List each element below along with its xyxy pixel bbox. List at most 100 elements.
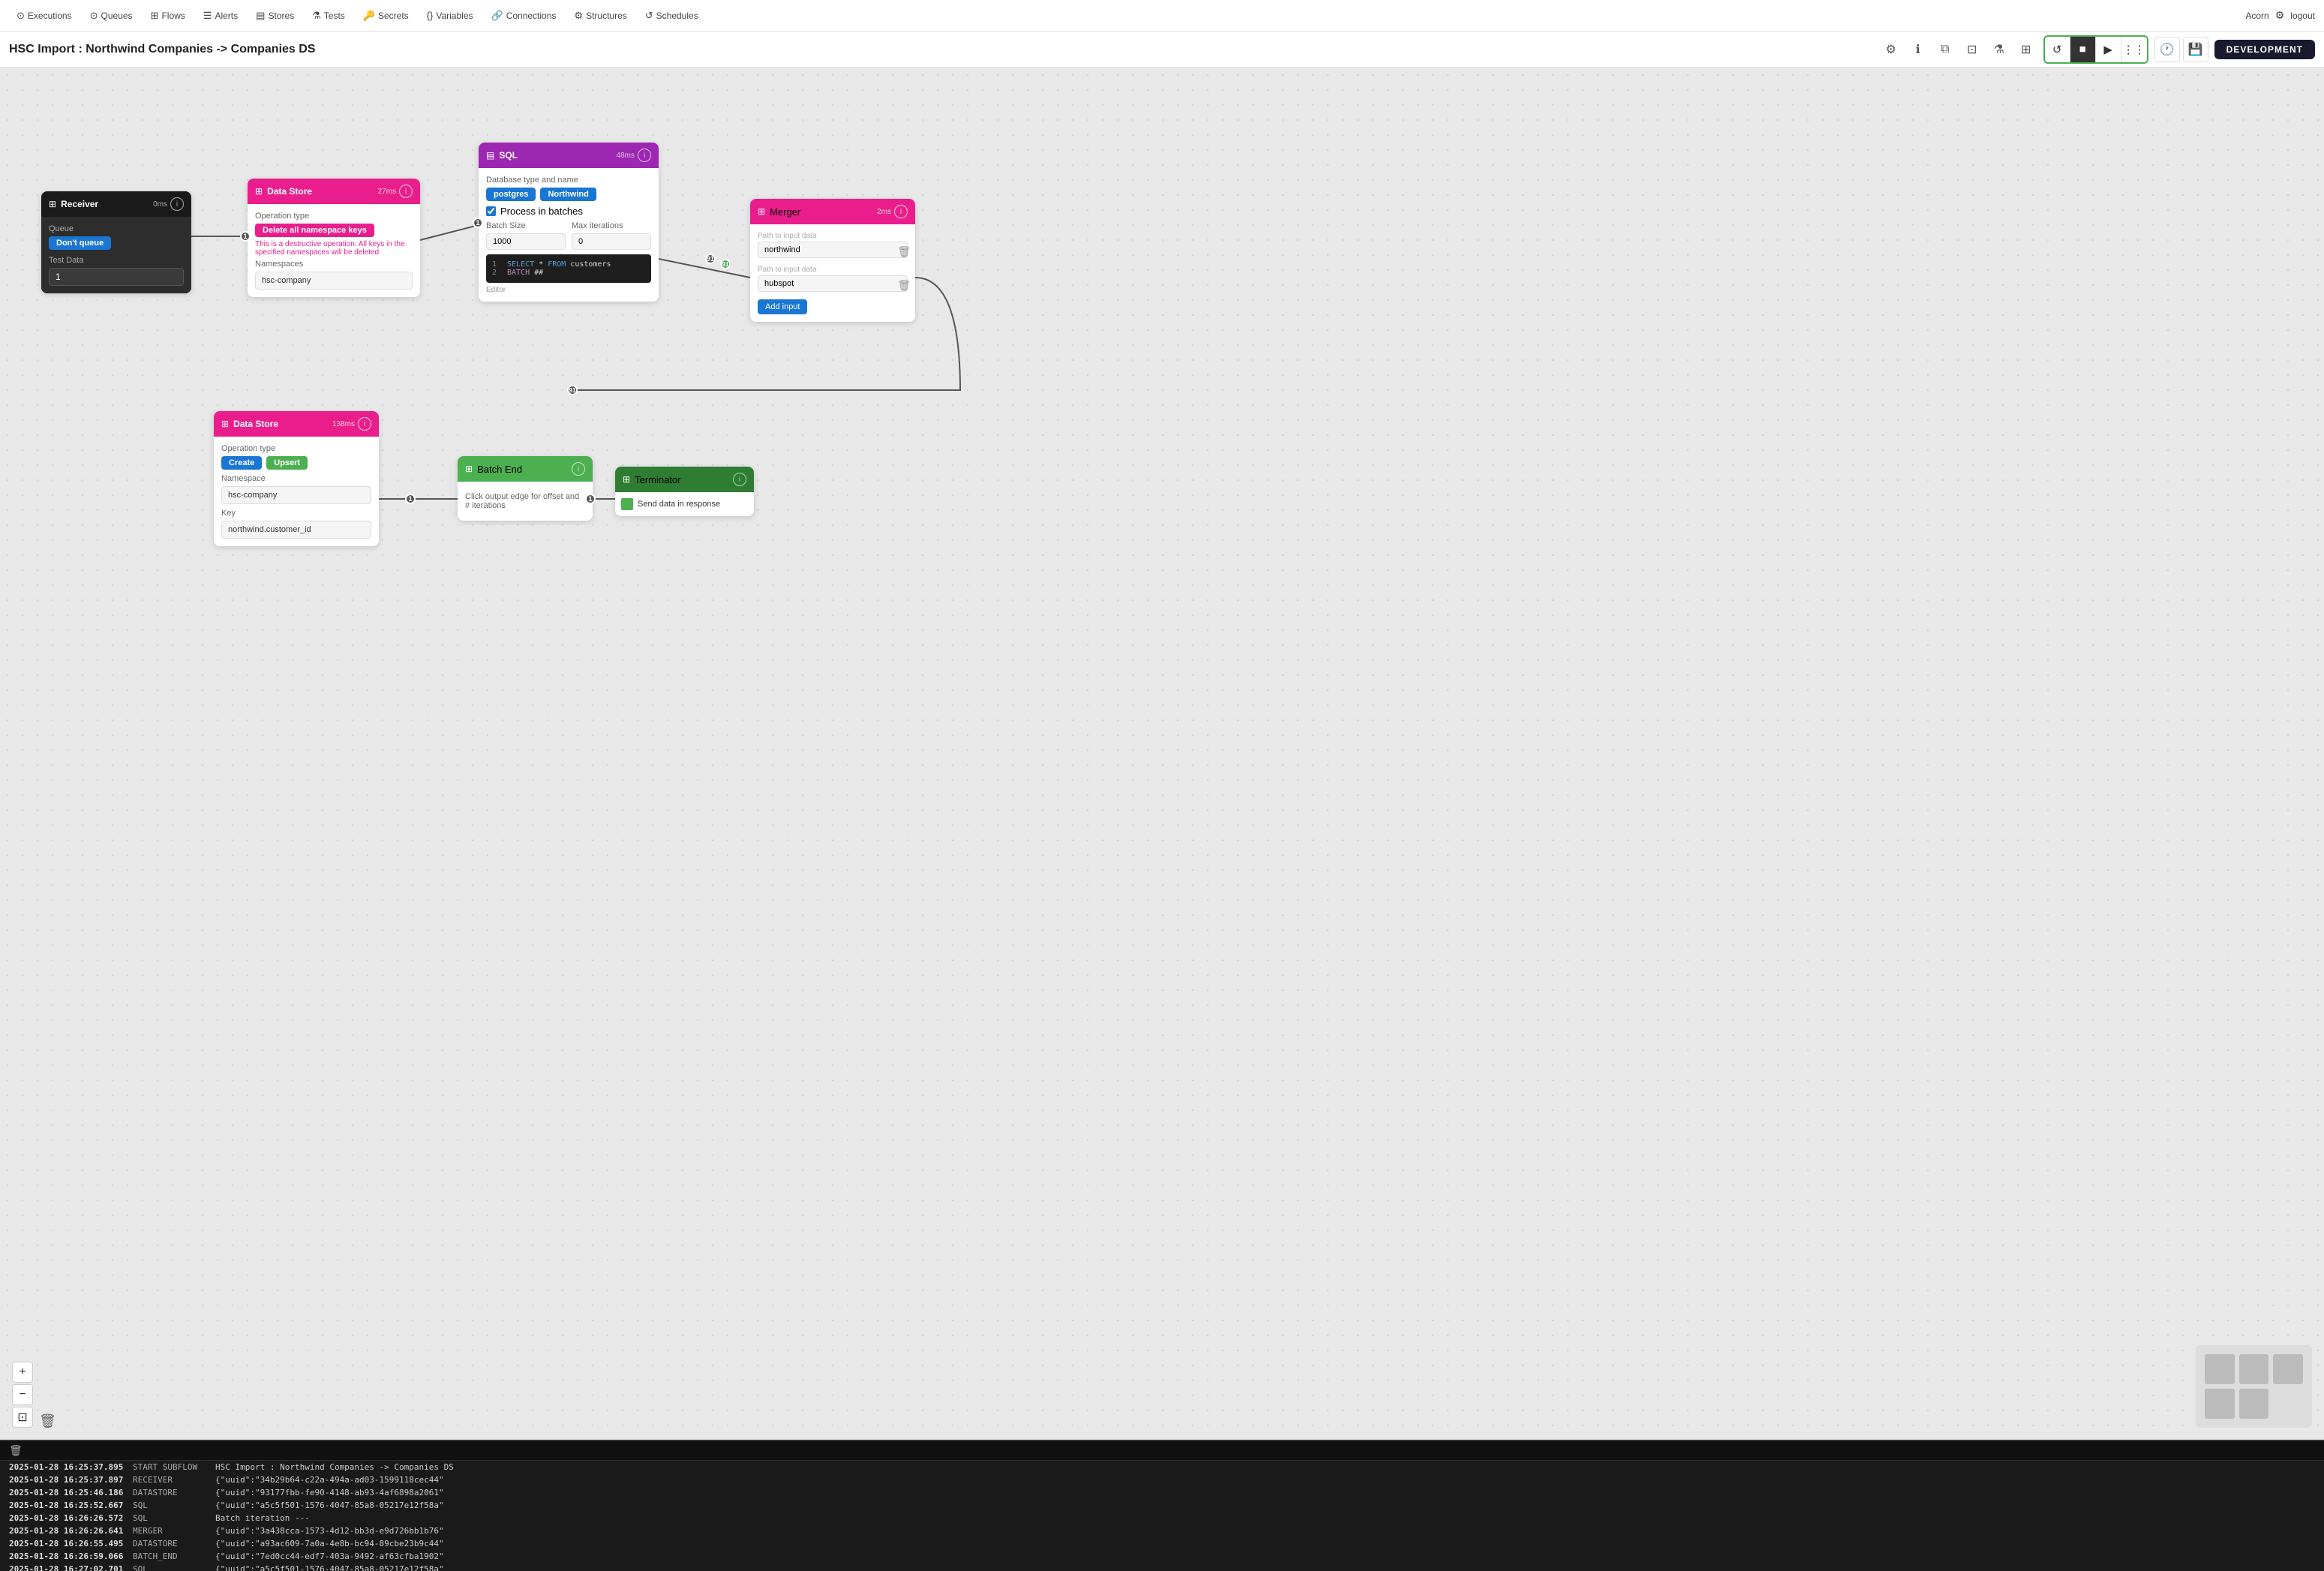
log-data: {"uuid":"a93ac609-7a0a-4e8b-bc94-89cbe23… [215, 1539, 2315, 1548]
trash-icon-area[interactable]: 🗑 [39, 1413, 56, 1429]
thumb-block-2 [2239, 1354, 2269, 1384]
log-timestamp: 2025-01-28 16:25:37.897 [9, 1475, 133, 1485]
datastore2-key-label: Key [221, 509, 371, 518]
sql-batch-size-field: Batch Size [486, 221, 566, 250]
batchend-header: ⊞ Batch End i [458, 456, 593, 482]
settings-button[interactable]: ⚙ [1880, 38, 1902, 61]
lab-button[interactable]: ⚗ [1988, 38, 2010, 61]
datastore2-key-input[interactable]: northwind.customer_id [221, 521, 371, 539]
merger-input1-group: Path to input data 🗑 [758, 232, 908, 258]
terminator-title: Terminator [635, 474, 680, 485]
merger-input2-delete-button[interactable]: 🗑 [897, 279, 911, 292]
merger-add-input-button[interactable]: Add input [758, 299, 807, 314]
copy-button[interactable]: ⧉ [1934, 38, 1956, 61]
datastore1-info-button[interactable]: i [399, 185, 413, 198]
nav-flows[interactable]: ⊞ Flows [143, 7, 193, 25]
nav-variables[interactable]: {} Variables [419, 7, 481, 24]
zoom-in-button[interactable]: + [12, 1362, 33, 1383]
toolbar: HSC Import : Northwind Companies -> Comp… [0, 32, 2324, 68]
info-button[interactable]: ℹ [1907, 38, 1929, 61]
split-button[interactable]: ⊡ [1961, 38, 1983, 61]
nav-executions[interactable]: ⊙ Executions [9, 7, 80, 25]
log-row: 2025-01-28 16:26:59.066BATCH_END{"uuid":… [0, 1550, 2324, 1563]
datastore1-time: 27ms [378, 188, 396, 196]
log-type: RECEIVER [133, 1475, 215, 1485]
merger-input2-label: Path to input data [758, 266, 908, 274]
receiver-node: ⊞ Receiver 0ms i Queue Don't queue Test … [41, 191, 191, 293]
receiver-header: ⊞ Receiver 0ms i [41, 191, 191, 217]
conn-badge-91b: 91 [720, 259, 731, 269]
nav-tests-label: Tests [324, 11, 345, 21]
nav-alerts[interactable]: ☰ Alerts [196, 7, 245, 25]
nav-stores[interactable]: ▤ Stores [248, 7, 302, 25]
debug-button[interactable]: ⋮⋮ [2121, 37, 2147, 62]
datastore2-namespace-input[interactable]: hsc-company [221, 486, 371, 504]
sql-body: Database type and name postgres Northwin… [479, 168, 659, 302]
nav-connections[interactable]: 🔗 Connections [484, 7, 564, 25]
logout-button[interactable]: logout [2290, 11, 2315, 21]
terminator-info-button[interactable]: i [733, 473, 746, 486]
log-row: 2025-01-28 16:25:37.895START SUBFLOWHSC … [0, 1461, 2324, 1473]
log-row: 2025-01-28 16:26:26.641MERGER{"uuid":"3a… [0, 1524, 2324, 1537]
nav-alerts-label: Alerts [215, 11, 238, 21]
datastore2-title: Data Store [233, 419, 278, 429]
zoom-out-button[interactable]: − [12, 1384, 33, 1405]
canvas[interactable]: 1 1 91 91 91 1 1 ⊞ Receiver 0ms i Queue … [0, 68, 2324, 1440]
sql-max-iter-input[interactable] [572, 233, 651, 250]
log-type: DATASTORE [133, 1488, 215, 1497]
nav-tests[interactable]: ⚗ Tests [305, 7, 353, 25]
log-row: 2025-01-28 16:25:46.186DATASTORE{"uuid":… [0, 1486, 2324, 1499]
datastore1-node: ⊞ Data Store 27ms i Operation type Delet… [248, 179, 420, 297]
secrets-icon: 🔑 [363, 10, 375, 22]
nav-queues[interactable]: ⊙ Queues [83, 7, 140, 25]
nav-flows-label: Flows [161, 11, 185, 21]
log-data: Batch iteration --- [215, 1513, 2315, 1523]
sql-info-button[interactable]: i [638, 149, 651, 162]
merger-input2-group: Path to input data 🗑 [758, 266, 908, 292]
receiver-info-button[interactable]: i [170, 197, 184, 211]
reset-button[interactable]: ↺ [2045, 37, 2070, 62]
receiver-testdata-value: 1 [49, 268, 184, 286]
merger-input2-field[interactable] [758, 275, 908, 292]
nav-structures[interactable]: ⚙ Structures [566, 7, 634, 25]
datastore2-chips: Create Upsert [221, 456, 371, 470]
log-data: {"uuid":"7ed0cc44-edf7-403a-9492-af63cfb… [215, 1551, 2315, 1561]
executions-icon: ⊙ [17, 10, 25, 22]
merger-input1-delete-button[interactable]: 🗑 [897, 245, 911, 258]
alerts-icon: ☰ [203, 10, 212, 22]
batchend-info-button[interactable]: i [572, 462, 585, 476]
merger-time: 2ms [877, 208, 891, 216]
sql-batch-checkbox[interactable] [486, 206, 496, 216]
datastore2-upsert-chip: Upsert [266, 456, 308, 470]
grid-button[interactable]: ⊞ [2015, 38, 2037, 61]
receiver-testdata-label: Test Data [49, 256, 184, 265]
trash-icon: 🗑 [39, 1413, 56, 1428]
stop-button[interactable]: ■ [2070, 37, 2096, 62]
zoom-fit-button[interactable]: ⊡ [12, 1407, 33, 1428]
schedules-icon: ↺ [645, 10, 653, 22]
sql-node: ▤ SQL 48ms i Database type and name post… [479, 143, 659, 302]
nav-secrets-label: Secrets [378, 11, 409, 21]
sql-batch-size-input[interactable] [486, 233, 566, 250]
save-button[interactable]: 💾 [2183, 37, 2208, 62]
log-clear-button[interactable]: 🗑 [9, 1444, 23, 1457]
history-button[interactable]: 🕐 [2154, 37, 2180, 62]
structures-icon: ⚙ [574, 10, 583, 22]
sql-code-area[interactable]: 1 SELECT * FROM customers 2 BATCH ## [486, 254, 651, 283]
datastore1-namespace-input[interactable]: hsc-company [255, 272, 413, 290]
sql-code-line-1: 1 SELECT * FROM customers [492, 260, 645, 269]
sql-editor-label: Editor [486, 286, 651, 294]
datastore2-info-button[interactable]: i [358, 417, 371, 431]
merger-input1-field[interactable] [758, 242, 908, 258]
sql-batch-label: Process in batches [500, 206, 583, 217]
thumb-block-1 [2205, 1354, 2235, 1384]
merger-icon: ⊞ [758, 206, 765, 217]
datastore2-node: ⊞ Data Store 138ms i Operation type Crea… [214, 411, 379, 546]
merger-info-button[interactable]: i [894, 205, 908, 218]
receiver-queue-chip: Don't queue [49, 236, 111, 250]
nav-schedules[interactable]: ↺ Schedules [638, 7, 706, 25]
nav-secrets[interactable]: 🔑 Secrets [356, 7, 416, 25]
settings-icon[interactable]: ⚙ [2275, 9, 2285, 22]
datastore2-header: ⊞ Data Store 138ms i [214, 411, 379, 437]
play-button[interactable]: ▶ [2096, 37, 2121, 62]
